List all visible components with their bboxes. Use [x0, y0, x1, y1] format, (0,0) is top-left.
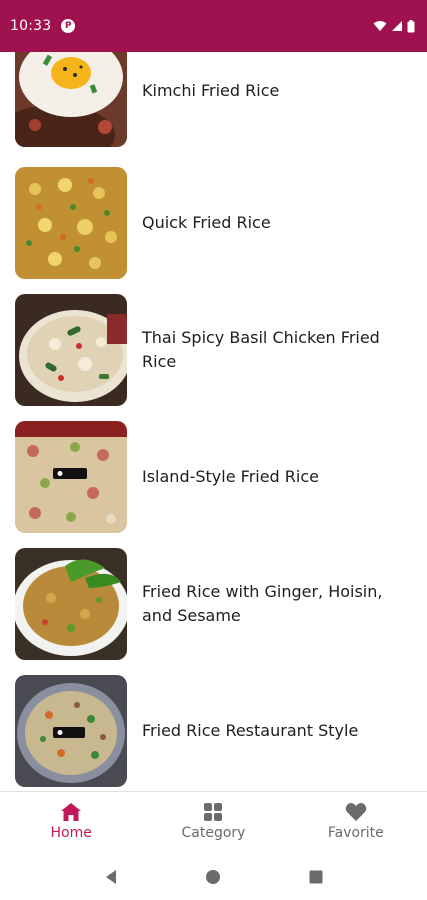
status-left: 10:33 P — [10, 18, 76, 34]
grid-icon — [204, 803, 223, 821]
thai-basil-fried-rice-photo — [15, 294, 127, 406]
nav-home-label: Home — [50, 825, 92, 841]
nav-category-label: Category — [181, 825, 246, 841]
recipe-title: Thai Spicy Basil Chicken Fried Rice — [142, 328, 380, 371]
recipe-title: Island-Style Fried Rice — [142, 467, 319, 486]
heart-icon — [345, 803, 367, 821]
recipe-list-item[interactable]: Thai Spicy Basil Chicken Fried Rice — [0, 294, 427, 406]
recipe-list-item[interactable]: Kimchi Fried Rice — [0, 52, 427, 147]
recipe-title: Fried Rice with Ginger, Hoisin, and Sesa… — [142, 582, 383, 625]
status-time: 10:33 — [10, 18, 52, 34]
bottom-navigation: Home Category Favorite — [0, 791, 427, 855]
home-circle-icon[interactable] — [205, 869, 221, 885]
home-icon — [61, 803, 82, 821]
back-icon[interactable] — [103, 869, 119, 885]
system-navigation-bar — [0, 854, 427, 900]
wifi-icon — [373, 21, 387, 31]
ginger-hoisin-fried-rice-photo — [15, 548, 127, 660]
nav-favorite[interactable]: Favorite — [285, 792, 427, 855]
recipe-title: Fried Rice Restaurant Style — [142, 721, 359, 740]
recipe-title: Quick Fried Rice — [142, 213, 271, 232]
quick-fried-rice-photo — [15, 167, 127, 279]
recipe-list-item[interactable]: Fried Rice with Ginger, Hoisin, and Sesa… — [0, 548, 427, 660]
cellular-signal-icon — [392, 21, 402, 31]
status-bar: 10:33 P — [0, 0, 427, 52]
restaurant-style-fried-rice-photo — [15, 675, 127, 787]
recipe-list-item[interactable]: Quick Fried Rice — [0, 167, 427, 279]
battery-icon — [407, 19, 415, 32]
nav-category[interactable]: Category — [142, 792, 284, 855]
app-notification-icon: P — [61, 19, 76, 33]
recipe-list[interactable]: Kimchi Fried Rice Quick Fried Rice Thai … — [0, 52, 427, 791]
recipe-title: Kimchi Fried Rice — [142, 81, 280, 100]
recipe-list-item[interactable]: Fried Rice Restaurant Style — [0, 675, 427, 787]
status-right — [373, 19, 415, 33]
island-style-fried-rice-photo — [15, 421, 127, 533]
recents-icon[interactable] — [308, 869, 324, 885]
recipe-list-item[interactable]: Island-Style Fried Rice — [0, 421, 427, 533]
nav-favorite-label: Favorite — [327, 825, 384, 841]
nav-home[interactable]: Home — [0, 792, 142, 855]
kimchi-fried-rice-photo — [15, 52, 127, 147]
